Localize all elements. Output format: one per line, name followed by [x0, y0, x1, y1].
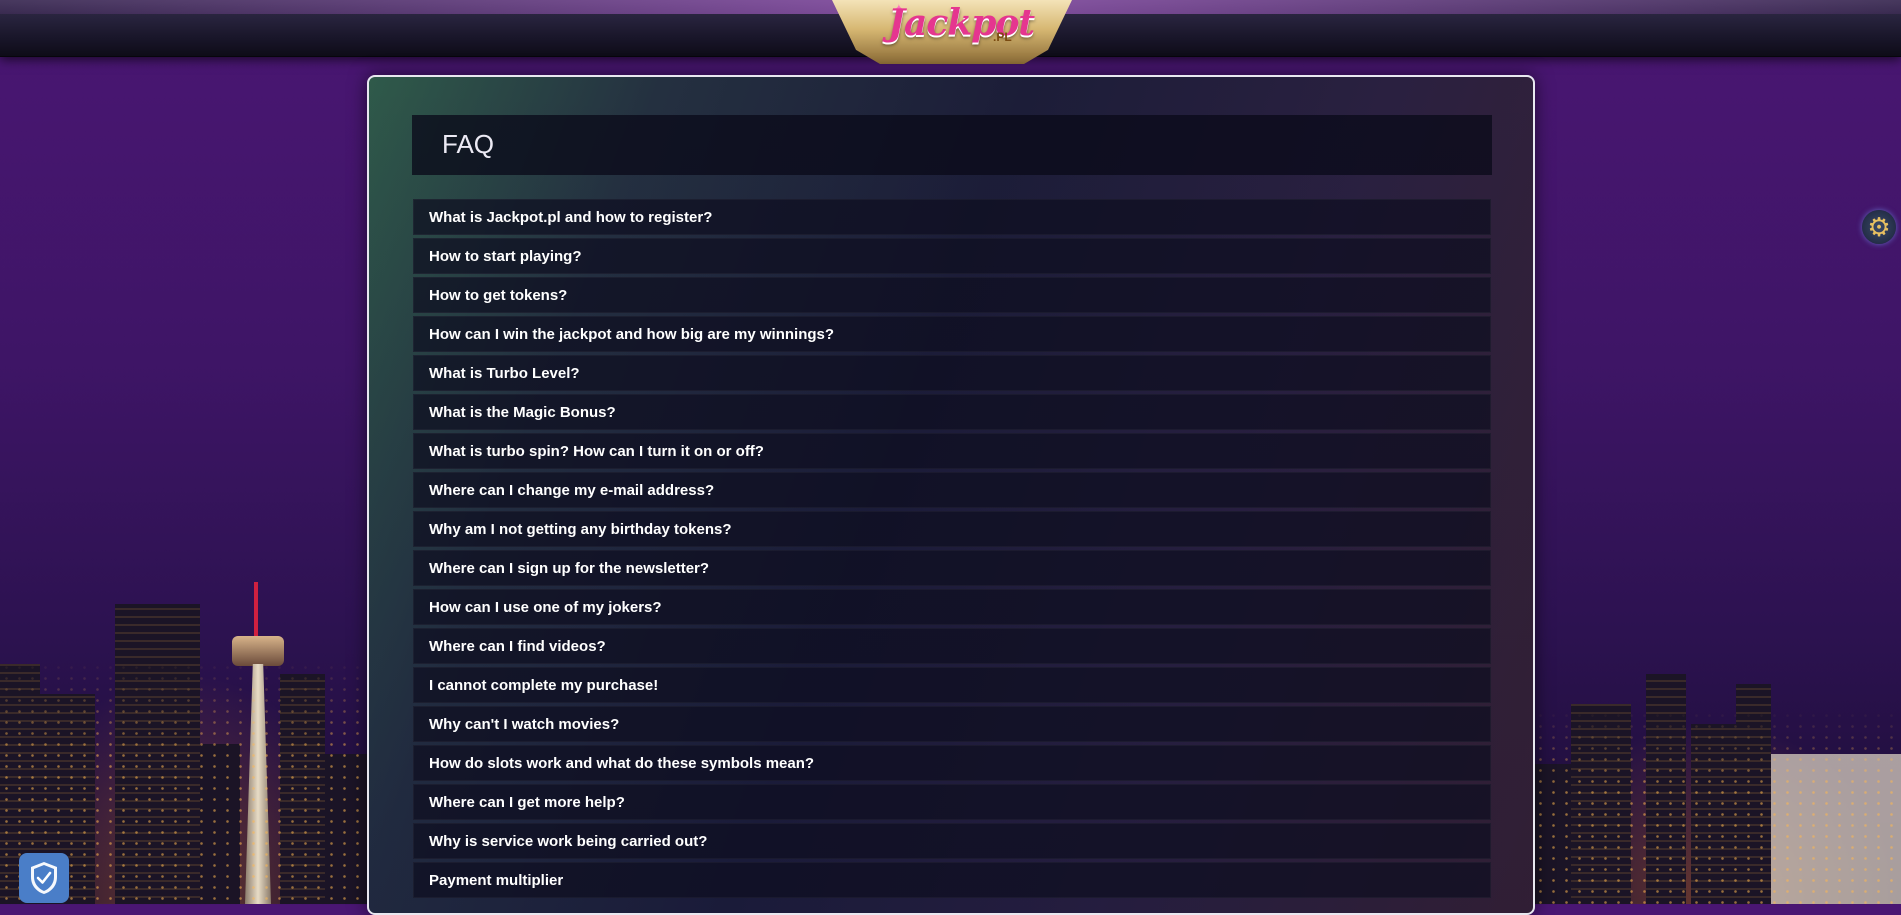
faq-item[interactable]: How do slots work and what do these symb… — [413, 745, 1491, 781]
faq-item[interactable]: Why can't I watch movies? — [413, 706, 1491, 742]
faq-item[interactable]: What is turbo spin? How can I turn it on… — [413, 433, 1491, 469]
settings-button[interactable]: ⚙ — [1862, 210, 1896, 244]
page-title: FAQ — [442, 129, 495, 159]
background-city-right — [1521, 644, 1901, 904]
faq-item[interactable]: How can I use one of my jokers? — [413, 589, 1491, 625]
faq-question: What is Turbo Level? — [429, 364, 580, 382]
faq-question: How to get tokens? — [429, 286, 568, 304]
faq-question: How can I win the jackpot and how big ar… — [429, 325, 835, 343]
faq-question: Why can't I watch movies? — [429, 715, 620, 733]
faq-question: What is the Magic Bonus? — [429, 403, 616, 421]
faq-item[interactable]: What is Jackpot.pl and how to register? — [413, 199, 1491, 235]
faq-question: How do slots work and what do these symb… — [429, 754, 815, 772]
faq-question: How can I use one of my jokers? — [429, 598, 662, 616]
faq-question: I cannot complete my purchase! — [429, 676, 659, 694]
faq-question: How to start playing? — [429, 247, 582, 265]
faq-item[interactable]: Where can I find videos? — [413, 628, 1491, 664]
logo-suffix: .PL — [993, 30, 1012, 44]
privacy-settings-button[interactable] — [19, 853, 69, 903]
faq-item[interactable]: Why am I not getting any birthday tokens… — [413, 511, 1491, 547]
faq-question: What is turbo spin? How can I turn it on… — [429, 442, 764, 460]
faq-question: Where can I get more help? — [429, 793, 625, 811]
faq-question: Payment multiplier — [429, 871, 564, 889]
shield-check-icon — [31, 862, 57, 894]
faq-question: Where can I change my e-mail address? — [429, 481, 715, 499]
faq-question: Why am I not getting any birthday tokens… — [429, 520, 732, 538]
faq-list: What is Jackpot.pl and how to register? … — [413, 199, 1491, 901]
faq-question: Where can I find videos? — [429, 637, 606, 655]
faq-item[interactable]: Why is service work being carried out? — [413, 823, 1491, 859]
faq-question: Why is service work being carried out? — [429, 832, 708, 850]
faq-item[interactable]: What is the Magic Bonus? — [413, 394, 1491, 430]
faq-item[interactable]: Where can I sign up for the newsletter? — [413, 550, 1491, 586]
faq-item[interactable]: How to get tokens? — [413, 277, 1491, 313]
gear-icon: ⚙ — [1867, 212, 1891, 242]
faq-item[interactable]: Payment multiplier — [413, 862, 1491, 898]
faq-header: FAQ — [412, 115, 1492, 175]
faq-item[interactable]: How to start playing? — [413, 238, 1491, 274]
faq-panel: FAQ What is Jackpot.pl and how to regist… — [367, 75, 1535, 915]
faq-question: What is Jackpot.pl and how to register? — [429, 208, 713, 226]
faq-item[interactable]: How can I win the jackpot and how big ar… — [413, 316, 1491, 352]
faq-item[interactable]: Where can I change my e-mail address? — [413, 472, 1491, 508]
faq-question: Where can I sign up for the newsletter? — [429, 559, 710, 577]
faq-item[interactable]: I cannot complete my purchase! — [413, 667, 1491, 703]
logo[interactable]: Jackpot — [888, 2, 1035, 44]
faq-item[interactable]: What is Turbo Level? — [413, 355, 1491, 391]
faq-item[interactable]: Where can I get more help? — [413, 784, 1491, 820]
